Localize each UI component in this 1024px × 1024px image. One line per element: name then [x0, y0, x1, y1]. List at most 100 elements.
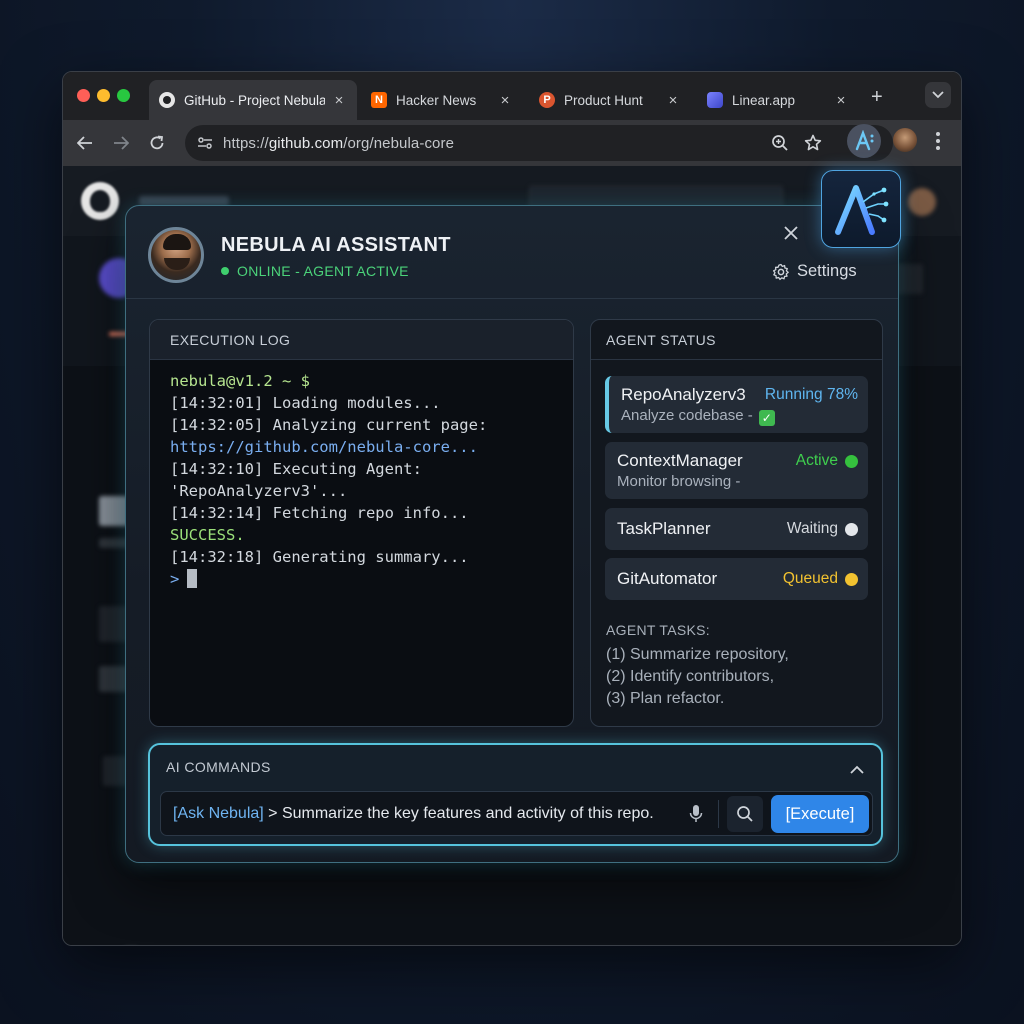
log-line: [14:32:10] Executing Agent:: [170, 460, 422, 478]
tab-product-hunt[interactable]: P Product Hunt ×: [529, 80, 691, 120]
file-row: nepusiben.md Appomitinne undid & prmol 7…: [103, 936, 723, 945]
agent-state: Running 78%: [764, 386, 858, 403]
agent-name: ContextManager: [617, 451, 743, 470]
url-host: github.com: [268, 135, 344, 152]
agent-card-contextmanager[interactable]: ContextManager Active Monitor browsing -: [605, 442, 868, 499]
agent-detail-text: Analyze codebase -: [621, 407, 753, 424]
command-query: > Summarize the key features and activit…: [263, 805, 654, 822]
tab-close-icon[interactable]: ×: [497, 92, 513, 109]
agent-card-gitautomator[interactable]: GitAutomator Queued: [605, 558, 868, 600]
checkmark-icon: ✓: [758, 410, 775, 426]
tab-search-button[interactable]: [925, 82, 951, 108]
close-panel-button[interactable]: [782, 224, 802, 244]
tab-title: Product Hunt: [564, 92, 643, 108]
nebula-logo-icon: [855, 130, 874, 151]
status-dot-icon: [845, 522, 858, 536]
log-output: nebula@v1.2 ~ $ [14:32:01] Loading modul…: [150, 360, 573, 590]
settings-button[interactable]: Settings: [772, 262, 857, 281]
prompt-caret: >: [170, 570, 180, 588]
agent-status-panel: AGENT STATUS RepoAnalyzerv3 Running 78% …: [590, 319, 883, 727]
agent-state-text: Waiting: [786, 520, 838, 537]
agent-name: RepoAnalyzerv3: [621, 385, 746, 404]
agent-name: TaskPlanner: [617, 519, 711, 538]
agent-detail: Monitor browsing -: [617, 473, 741, 490]
chevron-down-icon: [932, 91, 944, 99]
microphone-button[interactable]: [689, 804, 703, 829]
browser-menu-button[interactable]: [936, 132, 942, 153]
tab-close-icon[interactable]: ×: [665, 92, 681, 109]
online-dot-icon: [221, 267, 229, 275]
execute-button[interactable]: [Execute]: [771, 795, 869, 833]
url-path: /org/nebula-core: [343, 135, 455, 152]
browser-toolbar: https://github.com/org/nebula-core: [63, 120, 961, 166]
tab-linear[interactable]: Linear.app ×: [697, 80, 859, 120]
task-item: (3) Plan refactor.: [606, 690, 725, 707]
log-line: [14:32:18] Generating summary...: [170, 548, 469, 566]
agent-card-taskplanner[interactable]: TaskPlanner Waiting: [605, 508, 868, 550]
agent-detail: Analyze codebase - ✓: [621, 407, 775, 426]
linear-icon: [707, 92, 723, 108]
github-logo-icon: [81, 182, 119, 220]
command-input[interactable]: [Ask Nebula] > Summarize the key feature…: [160, 791, 873, 836]
arrow-left-icon: [77, 136, 92, 150]
github-icon: [159, 92, 175, 108]
task-item: (1) Summarize repository,: [606, 646, 789, 663]
agent-name: GitAutomator: [617, 569, 718, 588]
status-text: ONLINE - AGENT ACTIVE: [237, 263, 409, 279]
reload-button[interactable]: [145, 131, 169, 155]
back-button[interactable]: [73, 131, 97, 155]
nebula-extension-button[interactable]: [847, 124, 881, 158]
tab-bar: GitHub - Project Nebula × N Hacker News …: [63, 72, 961, 120]
agent-state: Waiting: [787, 520, 858, 538]
tab-github[interactable]: GitHub - Project Nebula ×: [149, 80, 357, 120]
ai-commands-panel: AI COMMANDS [Ask Nebula] > Summarize the…: [148, 743, 883, 846]
settings-label: Settings: [797, 262, 857, 280]
microphone-icon: [689, 805, 703, 822]
search-button[interactable]: [727, 796, 763, 832]
url-prefix: https://: [223, 135, 269, 152]
tab-title: GitHub - Project Nebula: [184, 92, 325, 108]
url-text: https://github.com/org/nebula-core: [223, 135, 454, 152]
command-input-text: [Ask Nebula] > Summarize the key feature…: [173, 805, 654, 823]
log-line: [14:32:05] Analyzing current page:: [170, 416, 488, 434]
arrow-right-icon: [114, 136, 129, 150]
log-prompt-line[interactable]: >: [170, 568, 573, 590]
chevron-up-icon: [850, 765, 864, 774]
tab-close-icon[interactable]: ×: [331, 92, 347, 109]
agent-tasks-header: AGENT TASKS:: [606, 622, 710, 638]
execution-log-header: EXECUTION LOG: [150, 320, 573, 360]
panel-header: NEBULA AI ASSISTANT ONLINE - AGENT ACTIV…: [126, 206, 898, 299]
collapse-button[interactable]: [850, 761, 864, 779]
agent-card-repoanalyzer[interactable]: RepoAnalyzerv3 Running 78% Analyze codeb…: [605, 376, 868, 433]
bookmark-star-icon[interactable]: [804, 134, 822, 157]
forward-button[interactable]: [109, 131, 133, 155]
profile-avatar[interactable]: [893, 128, 917, 152]
close-window-button[interactable]: [77, 89, 90, 102]
agent-status-indicator: ONLINE - AGENT ACTIVE: [221, 263, 409, 279]
nebula-extension-popout-icon[interactable]: [821, 170, 901, 248]
gear-icon: [772, 263, 789, 280]
agent-state: Active: [796, 452, 858, 470]
tab-hacker-news[interactable]: N Hacker News ×: [361, 80, 523, 120]
panel-title: NEBULA AI ASSISTANT: [221, 234, 451, 256]
status-dot-icon: [845, 572, 858, 586]
zoom-icon[interactable]: [771, 134, 789, 157]
address-bar[interactable]: https://github.com/org/nebula-core: [185, 125, 893, 161]
log-line: [14:32:01] Loading modules...: [170, 394, 441, 412]
agent-state: Queued: [783, 570, 858, 588]
tab-close-icon[interactable]: ×: [833, 92, 849, 109]
tab-title: Hacker News: [396, 92, 477, 108]
product-hunt-icon: P: [539, 92, 555, 108]
execution-log[interactable]: EXECUTION LOG nebula@v1.2 ~ $ [14:32:01]…: [149, 319, 574, 727]
site-settings-icon[interactable]: [197, 135, 213, 156]
input-divider: [718, 800, 719, 828]
new-tab-button[interactable]: +: [871, 86, 883, 109]
task-item: (2) Identify contributors,: [606, 668, 775, 685]
nebula-logo-icon: [835, 185, 889, 235]
text-cursor: [187, 569, 198, 588]
command-tag: [Ask Nebula]: [173, 805, 264, 822]
log-line-link[interactable]: https://github.com/nebula-core...: [170, 436, 573, 458]
maximize-window-button[interactable]: [117, 89, 130, 102]
minimize-window-button[interactable]: [97, 89, 110, 102]
reload-icon: [150, 135, 164, 150]
